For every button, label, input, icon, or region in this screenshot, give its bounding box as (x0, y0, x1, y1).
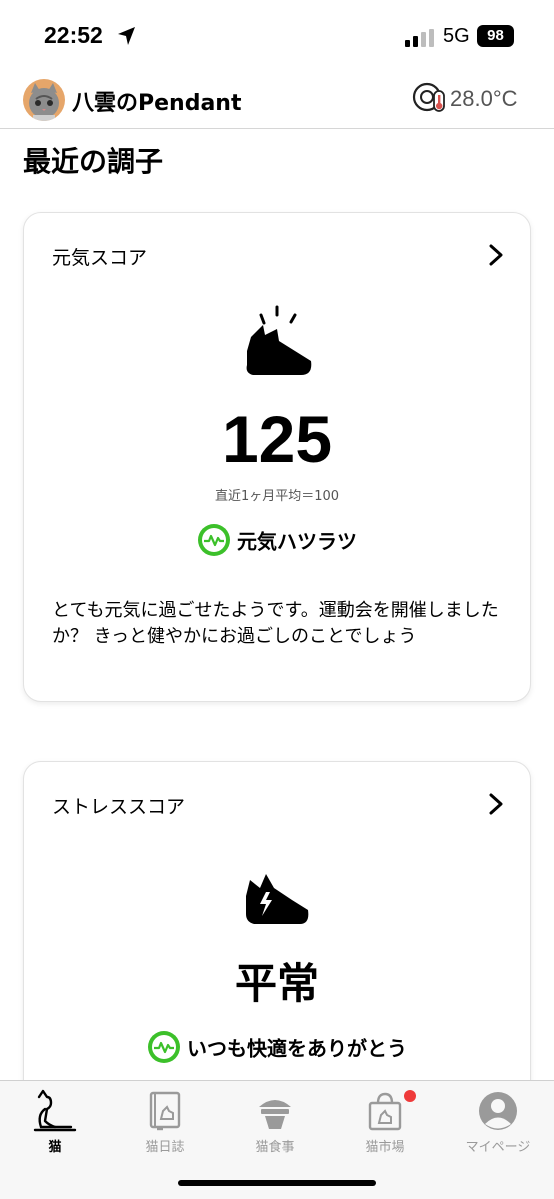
app-header: 八雲のPendant 28.0°C (0, 72, 554, 129)
profile-icon (479, 1092, 517, 1130)
genki-card-title: 元気スコア (52, 247, 148, 269)
stress-cat-icon (246, 874, 309, 924)
tab-label: 猫 (48, 1140, 62, 1155)
cat-icon (33, 1089, 77, 1132)
genki-status: 元気ハツラツ (24, 523, 530, 557)
notification-badge (404, 1090, 416, 1102)
tab-label: 猫市場 (365, 1140, 405, 1155)
genki-status-label: 元気ハツラツ (237, 529, 357, 554)
stress-status-label: いつも快適をありがとう (187, 1036, 407, 1061)
pulse-icon (148, 1031, 180, 1063)
location-arrow-icon (118, 27, 135, 45)
food-bowl-icon (259, 1100, 291, 1129)
temperature-reading: 28.0°C (450, 86, 518, 111)
happy-cat-icon (246, 305, 312, 375)
tab-label: 猫日誌 (145, 1140, 185, 1155)
status-bar: 22:52 5G 98 (0, 0, 554, 72)
stress-level: 平常 (234, 959, 319, 1008)
status-time: 22:52 (44, 22, 103, 48)
chevron-right-icon[interactable] (488, 243, 504, 267)
genki-score-value: 125 (221, 402, 333, 476)
network-type: 5G (443, 25, 470, 47)
genki-score-card[interactable]: 元気スコア 125 直近1ヶ月平均＝100 元気ハツラツ とても元気に過ごせたよ… (23, 212, 531, 702)
thermo-device-icon[interactable] (412, 80, 448, 116)
cat-avatar[interactable] (23, 79, 65, 121)
home-indicator[interactable] (178, 1180, 376, 1186)
monthly-average: 直近1ヶ月平均＝100 (214, 489, 340, 504)
battery-indicator: 98 (477, 25, 514, 47)
tab-label: 猫食事 (255, 1140, 295, 1155)
stress-card-title: ストレススコア (52, 796, 186, 818)
tab-mypage[interactable]: マイページ (443, 1089, 553, 1155)
section-title: 最近の調子 (23, 145, 164, 178)
pulse-icon (198, 524, 230, 556)
genki-description: とても元気に過ごせたようです。運動会を開催しましたか？ きっと健やかにお過ごしの… (52, 600, 499, 647)
journal-icon (149, 1091, 181, 1131)
stress-score-card[interactable]: ストレススコア 平常 いつも快適をありがとう (23, 761, 531, 1121)
tab-cat[interactable]: 猫 (0, 1089, 110, 1155)
tab-food[interactable]: 猫食事 (220, 1089, 330, 1155)
tab-market[interactable]: 猫市場 (330, 1089, 440, 1155)
pendant-name: 八雲のPendant (72, 91, 242, 116)
chevron-right-icon[interactable] (488, 792, 504, 816)
tab-label: マイページ (465, 1140, 531, 1155)
cell-signal-icon (405, 29, 434, 47)
shopping-bag-icon (368, 1092, 402, 1131)
stress-status: いつも快適をありがとう (24, 1030, 530, 1064)
tab-journal[interactable]: 猫日誌 (110, 1089, 220, 1155)
